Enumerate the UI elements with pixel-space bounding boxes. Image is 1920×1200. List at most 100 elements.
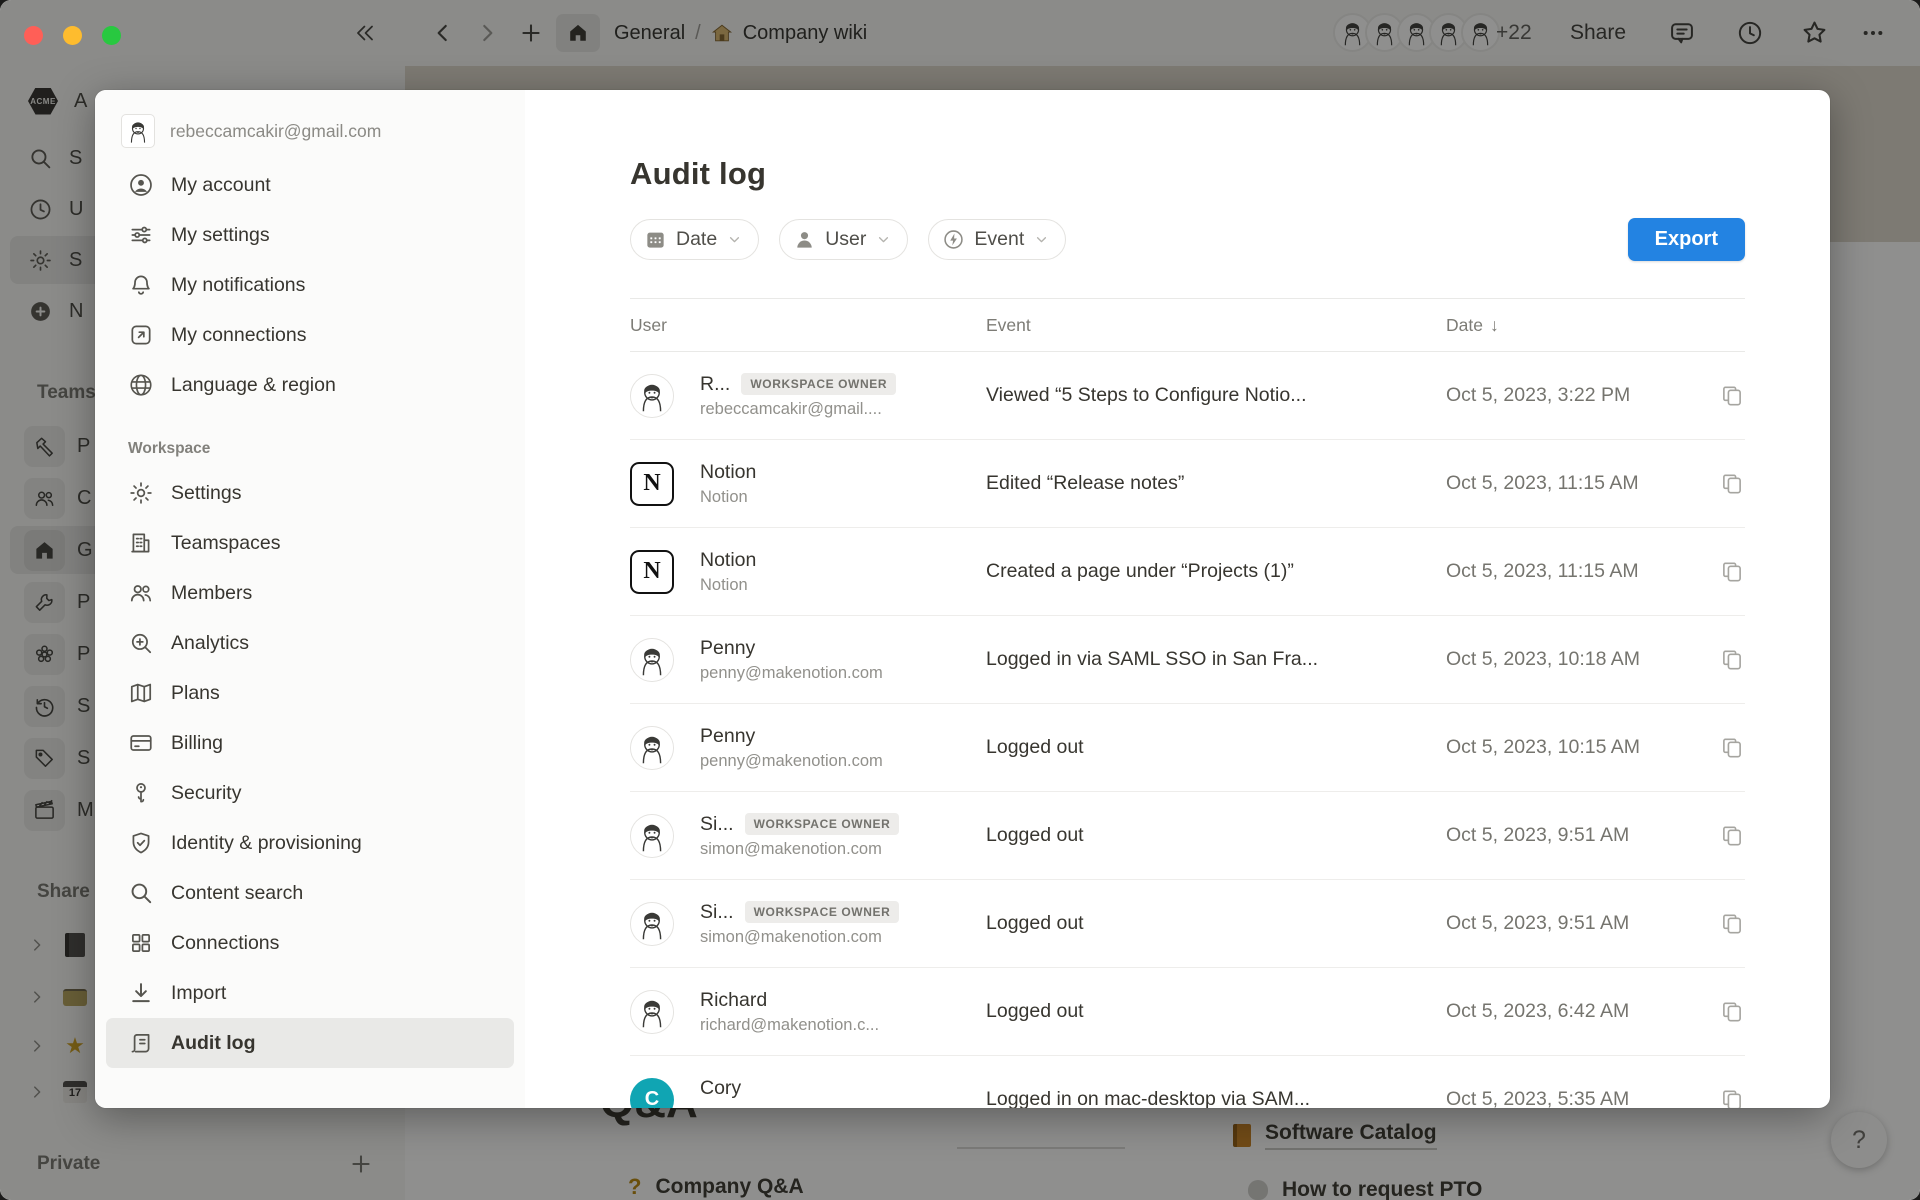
settings-menu-plans[interactable]: Plans [106, 668, 514, 718]
filter-user[interactable]: User [779, 219, 908, 260]
audit-table-header: User Event Date↓ [630, 298, 1745, 352]
settings-menu-analytics[interactable]: Analytics [106, 618, 514, 668]
menu-item-label: My account [171, 174, 271, 197]
account-row: rebeccamcakir@gmail.com [95, 108, 525, 160]
menu-item-label: Billing [171, 732, 223, 755]
filter-event[interactable]: Event [928, 219, 1066, 260]
notion-logo-avatar: N [630, 550, 674, 594]
copy-icon[interactable] [1719, 911, 1745, 937]
settings-menu-my-connections[interactable]: My connections [106, 310, 514, 360]
column-header-date[interactable]: Date↓ [1446, 315, 1745, 336]
workspace-owner-badge: WORKSPACE OWNER [745, 901, 900, 923]
audit-log-panel: Audit log DateUserEvent Export User Even… [525, 90, 1830, 1108]
menu-item-label: Language & region [171, 374, 336, 397]
copy-icon[interactable] [1719, 383, 1745, 409]
import-icon [128, 980, 154, 1006]
settings-menu-my-settings[interactable]: My settings [106, 210, 514, 260]
user-email: simon@makenotion.com [700, 840, 899, 859]
filter-row: Date User Event Export [630, 218, 1745, 261]
app-window: General / Company wiki +22 Share ACME A … [0, 0, 1920, 1200]
table-row[interactable]: NNotionNotionEdited “Release notes”Oct 5… [630, 440, 1745, 528]
event-bolt-icon [942, 228, 965, 251]
event-description: Edited “Release notes” [986, 472, 1446, 495]
settings-menu-members[interactable]: Members [106, 568, 514, 618]
initial-avatar: C [630, 1078, 674, 1109]
event-description: Logged out [986, 912, 1446, 935]
settings-menu-my-notifications[interactable]: My notifications [106, 260, 514, 310]
menu-item-label: Connections [171, 932, 279, 955]
user-email: Notion [700, 488, 756, 507]
minimize-window-button[interactable] [63, 26, 82, 45]
settings-menu-language-region[interactable]: Language & region [106, 360, 514, 410]
copy-icon[interactable] [1719, 1087, 1745, 1109]
menu-item-label: Settings [171, 482, 241, 505]
event-description: Logged out [986, 736, 1446, 759]
settings-menu-billing[interactable]: Billing [106, 718, 514, 768]
table-row[interactable]: R...WORKSPACE OWNERrebeccamcakir@gmail..… [630, 352, 1745, 440]
settings-menu-audit-log[interactable]: Audit log [106, 1018, 514, 1068]
account-email: rebeccamcakir@gmail.com [170, 121, 381, 142]
user-avatar [630, 990, 674, 1034]
copy-icon[interactable] [1719, 647, 1745, 673]
settings-menu-import[interactable]: Import [106, 968, 514, 1018]
user-avatar [630, 814, 674, 858]
copy-icon[interactable] [1719, 471, 1745, 497]
filter-date[interactable]: Date [630, 219, 759, 260]
account-avatar [121, 114, 155, 148]
menu-item-label: Security [171, 782, 241, 805]
gear-icon [128, 480, 154, 506]
user-name: Richard [700, 989, 767, 1012]
user-name: Si... [700, 813, 734, 836]
zoom-window-button[interactable] [102, 26, 121, 45]
chevron-down-icon [1033, 231, 1050, 248]
copy-icon[interactable] [1719, 999, 1745, 1025]
menu-item-label: Import [171, 982, 226, 1005]
table-row[interactable]: CCoryLogged in on mac-desktop via SAM...… [630, 1056, 1745, 1108]
user-name: Cory [700, 1077, 741, 1100]
user-email: simon@makenotion.com [700, 928, 899, 947]
user-email: penny@makenotion.com [700, 752, 883, 771]
column-header-user[interactable]: User [630, 315, 986, 336]
settings-menu-teamspaces[interactable]: Teamspaces [106, 518, 514, 568]
user-avatar [630, 374, 674, 418]
sort-descending-icon: ↓ [1490, 315, 1499, 335]
menu-item-label: Content search [171, 882, 303, 905]
globe-icon [128, 372, 154, 398]
key-icon [128, 780, 154, 806]
filter-label: Event [974, 228, 1024, 251]
audit-table: User Event Date↓ R...WORKSPACE OWNERrebe… [630, 298, 1745, 1108]
event-date: Oct 5, 2023, 3:22 PM [1446, 384, 1630, 407]
settings-menu-content-search[interactable]: Content search [106, 868, 514, 918]
settings-menu-connections[interactable]: Connections [106, 918, 514, 968]
settings-modal: rebeccamcakir@gmail.com My account My set… [95, 90, 1830, 1108]
table-row[interactable]: Pennypenny@makenotion.comLogged outOct 5… [630, 704, 1745, 792]
column-header-event[interactable]: Event [986, 315, 1446, 336]
table-row[interactable]: Si... WORKSPACE OWNER simon@makenotion.com… [630, 792, 1745, 880]
table-row[interactable]: Si... WORKSPACE OWNER simon@makenotion.com… [630, 880, 1745, 968]
settings-menu-security[interactable]: Security [106, 768, 514, 818]
export-button[interactable]: Export [1628, 218, 1745, 261]
user-email: penny@makenotion.com [700, 664, 883, 683]
copy-icon[interactable] [1719, 735, 1745, 761]
bell-icon [128, 272, 154, 298]
table-row[interactable]: NNotionNotionCreated a page under “Proje… [630, 528, 1745, 616]
table-row[interactable]: Pennypenny@makenotion.comLogged in via S… [630, 616, 1745, 704]
settings-menu-settings[interactable]: Settings [106, 468, 514, 518]
settings-menu-my-account[interactable]: My account [106, 160, 514, 210]
menu-item-label: My connections [171, 324, 306, 347]
table-row[interactable]: Richardrichard@makenotion.c...Logged out… [630, 968, 1745, 1056]
user-name: Notion [700, 549, 756, 572]
chevron-down-icon [726, 231, 743, 248]
user-name: Si... [700, 901, 734, 924]
user-name: Penny [700, 725, 755, 748]
event-date: Oct 5, 2023, 5:35 AM [1446, 1088, 1629, 1108]
settings-menu-identity-provisioning[interactable]: Identity & provisioning [106, 818, 514, 868]
workspace-owner-badge: WORKSPACE OWNER [745, 813, 900, 835]
copy-icon[interactable] [1719, 559, 1745, 585]
event-description: Logged in via SAML SSO in San Fra... [986, 648, 1446, 671]
search-icon [128, 880, 154, 906]
event-date: Oct 5, 2023, 9:51 AM [1446, 912, 1629, 935]
close-window-button[interactable] [24, 26, 43, 45]
window-controls [24, 26, 121, 45]
copy-icon[interactable] [1719, 823, 1745, 849]
